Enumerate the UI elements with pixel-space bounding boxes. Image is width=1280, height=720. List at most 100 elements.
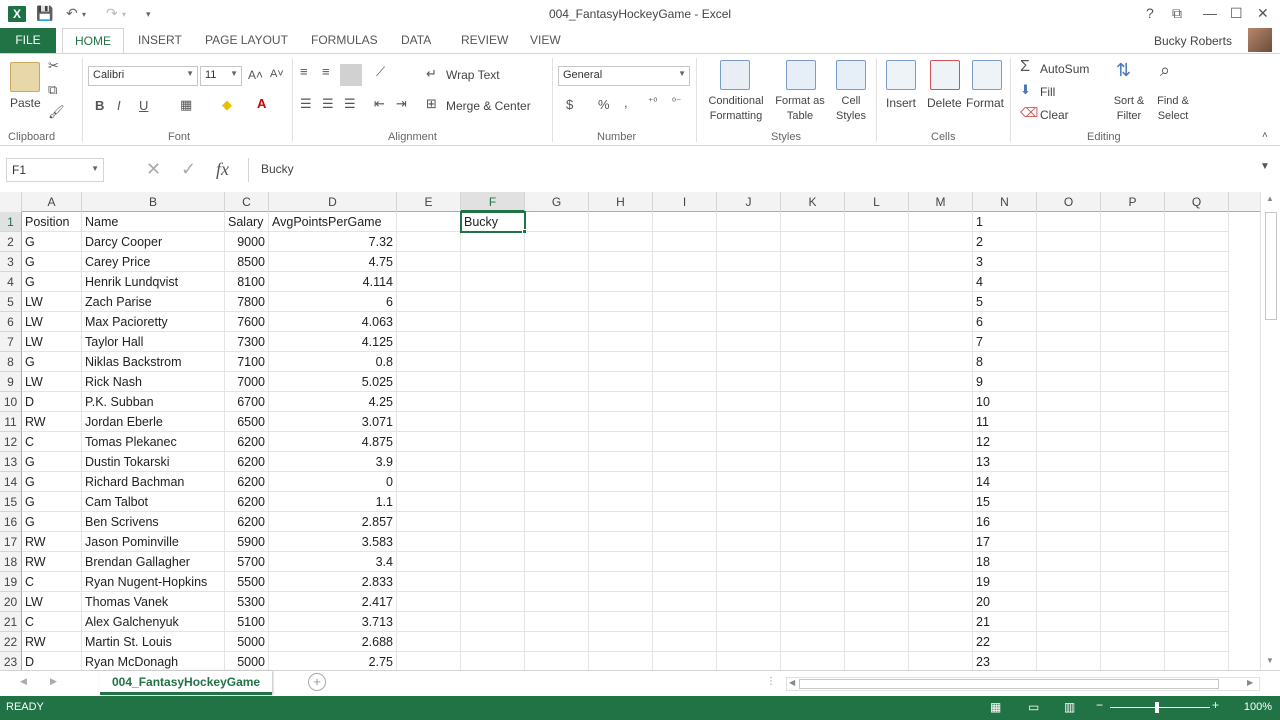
- cell-q7[interactable]: [1165, 332, 1229, 352]
- cell-b23[interactable]: Ryan McDonagh: [82, 652, 225, 670]
- format-as-table-icon[interactable]: [786, 60, 816, 90]
- cell-i23[interactable]: [653, 652, 717, 670]
- help-icon[interactable]: ?: [1146, 5, 1154, 21]
- cell-p9[interactable]: [1101, 372, 1165, 392]
- cell-f6[interactable]: [461, 312, 525, 332]
- cell-n20[interactable]: 20: [973, 592, 1037, 612]
- cell-g13[interactable]: [525, 452, 589, 472]
- cell-c23[interactable]: 5000: [225, 652, 269, 670]
- font-name-select[interactable]: Calibri ▼: [88, 66, 198, 86]
- cell-j10[interactable]: [717, 392, 781, 412]
- cell-h4[interactable]: [589, 272, 653, 292]
- cell-d21[interactable]: 3.713: [269, 612, 397, 632]
- cell-o12[interactable]: [1037, 432, 1101, 452]
- cut-icon[interactable]: ✂: [48, 58, 59, 74]
- cell-k9[interactable]: [781, 372, 845, 392]
- cell-g22[interactable]: [525, 632, 589, 652]
- number-format-select[interactable]: General ▼: [558, 66, 690, 86]
- cell-c13[interactable]: 6200: [225, 452, 269, 472]
- cell-q5[interactable]: [1165, 292, 1229, 312]
- cell-d19[interactable]: 2.833: [269, 572, 397, 592]
- cell-d22[interactable]: 2.688: [269, 632, 397, 652]
- cell-g6[interactable]: [525, 312, 589, 332]
- cell-j17[interactable]: [717, 532, 781, 552]
- cell-q17[interactable]: [1165, 532, 1229, 552]
- cell-e2[interactable]: [397, 232, 461, 252]
- cell-n11[interactable]: 11: [973, 412, 1037, 432]
- format-painter-icon[interactable]: 🖌: [48, 104, 65, 120]
- sheet-tab[interactable]: 004_FantasyHockeyGame: [100, 671, 273, 695]
- cell-a2[interactable]: G: [22, 232, 82, 252]
- comma-button[interactable]: ,: [624, 95, 628, 110]
- cell-a15[interactable]: G: [22, 492, 82, 512]
- cell-g7[interactable]: [525, 332, 589, 352]
- cell-q15[interactable]: [1165, 492, 1229, 512]
- column-header-j[interactable]: J: [717, 192, 781, 212]
- cell-l20[interactable]: [845, 592, 909, 612]
- column-header-p[interactable]: P: [1101, 192, 1165, 212]
- name-box[interactable]: F1 ▼: [6, 158, 104, 182]
- cell-f12[interactable]: [461, 432, 525, 452]
- cell-b7[interactable]: Taylor Hall: [82, 332, 225, 352]
- cell-g23[interactable]: [525, 652, 589, 670]
- cell-c19[interactable]: 5500: [225, 572, 269, 592]
- ribbon-display-options-icon[interactable]: ⧉: [1172, 5, 1182, 22]
- cell-j7[interactable]: [717, 332, 781, 352]
- column-header-g[interactable]: G: [525, 192, 589, 212]
- decrease-font-icon[interactable]: A˅: [270, 68, 284, 80]
- cell-m19[interactable]: [909, 572, 973, 592]
- cell-q23[interactable]: [1165, 652, 1229, 670]
- cell-d18[interactable]: 3.4: [269, 552, 397, 572]
- align-right-icon[interactable]: ☰: [344, 96, 356, 112]
- cell-d10[interactable]: 4.25: [269, 392, 397, 412]
- cell-q12[interactable]: [1165, 432, 1229, 452]
- maximize-icon[interactable]: ☐: [1230, 5, 1243, 22]
- format-as-table-button[interactable]: Format as Table: [770, 94, 830, 124]
- cell-f9[interactable]: [461, 372, 525, 392]
- cell-g9[interactable]: [525, 372, 589, 392]
- add-sheet-button[interactable]: +: [308, 673, 326, 691]
- column-header-i[interactable]: I: [653, 192, 717, 212]
- enter-icon[interactable]: ✓: [181, 159, 196, 180]
- conditional-formatting-button[interactable]: Conditional Formatting: [700, 94, 772, 124]
- cell-e4[interactable]: [397, 272, 461, 292]
- paste-button[interactable]: Paste: [10, 96, 41, 110]
- cell-g17[interactable]: [525, 532, 589, 552]
- cell-e13[interactable]: [397, 452, 461, 472]
- cell-j22[interactable]: [717, 632, 781, 652]
- cell-o10[interactable]: [1037, 392, 1101, 412]
- cell-p7[interactable]: [1101, 332, 1165, 352]
- zoom-slider-handle[interactable]: [1155, 702, 1159, 713]
- cell-l9[interactable]: [845, 372, 909, 392]
- cell-g15[interactable]: [525, 492, 589, 512]
- cell-m18[interactable]: [909, 552, 973, 572]
- cell-l5[interactable]: [845, 292, 909, 312]
- cell-f19[interactable]: [461, 572, 525, 592]
- cell-p1[interactable]: [1101, 212, 1165, 232]
- cell-b16[interactable]: Ben Scrivens: [82, 512, 225, 532]
- cell-k11[interactable]: [781, 412, 845, 432]
- row-header[interactable]: 8: [0, 352, 22, 372]
- cell-m12[interactable]: [909, 432, 973, 452]
- cell-styles-icon[interactable]: [836, 60, 866, 90]
- cell-i8[interactable]: [653, 352, 717, 372]
- cell-m16[interactable]: [909, 512, 973, 532]
- cell-k16[interactable]: [781, 512, 845, 532]
- cell-f13[interactable]: [461, 452, 525, 472]
- cell-h20[interactable]: [589, 592, 653, 612]
- cell-g20[interactable]: [525, 592, 589, 612]
- cell-i20[interactable]: [653, 592, 717, 612]
- increase-indent-icon[interactable]: ⇥: [396, 96, 407, 112]
- cell-j2[interactable]: [717, 232, 781, 252]
- column-header-a[interactable]: A: [22, 192, 82, 212]
- cell-n17[interactable]: 17: [973, 532, 1037, 552]
- cell-a8[interactable]: G: [22, 352, 82, 372]
- cell-p6[interactable]: [1101, 312, 1165, 332]
- collapse-ribbon-icon[interactable]: ˄: [1262, 130, 1268, 141]
- cell-g5[interactable]: [525, 292, 589, 312]
- cell-p10[interactable]: [1101, 392, 1165, 412]
- cell-a1[interactable]: Position: [22, 212, 82, 232]
- copy-icon[interactable]: ⧉: [48, 82, 57, 98]
- cell-l23[interactable]: [845, 652, 909, 670]
- cell-i3[interactable]: [653, 252, 717, 272]
